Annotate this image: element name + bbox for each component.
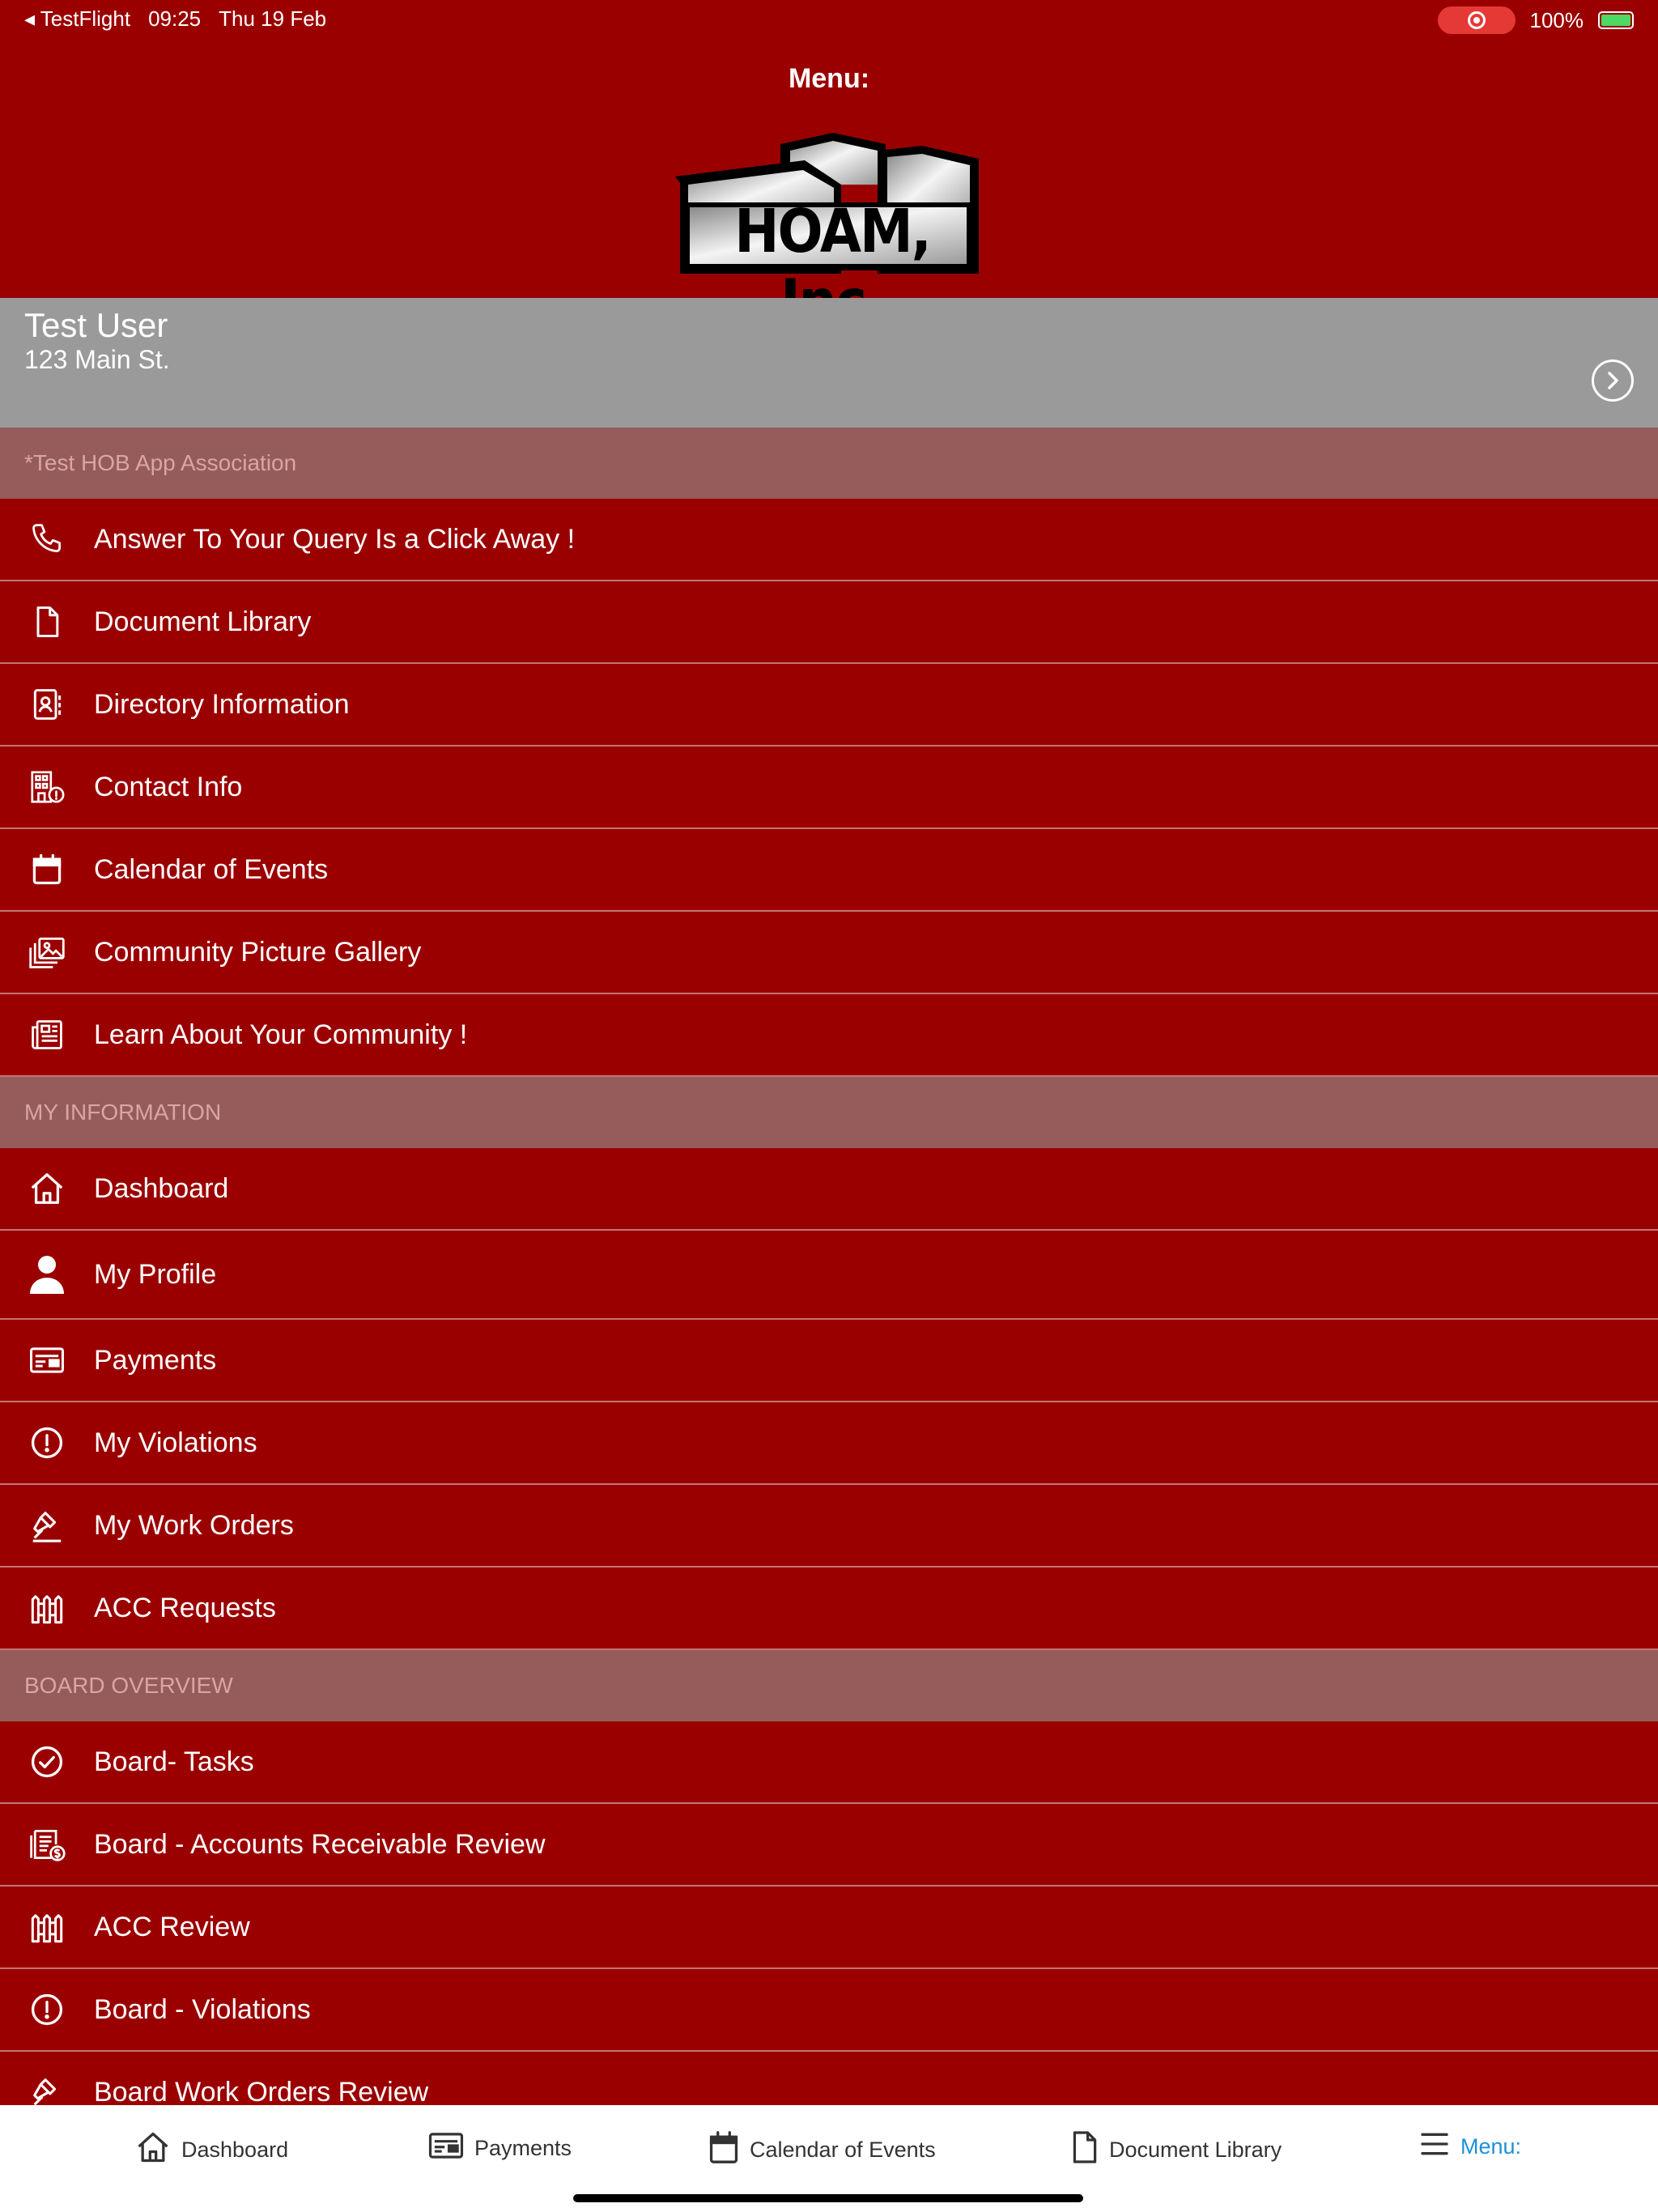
section-header-board-overview: BOARD OVERVIEW bbox=[0, 1650, 1658, 1721]
building-info-icon bbox=[24, 764, 70, 810]
screen-recording-indicator[interactable] bbox=[1437, 6, 1516, 34]
tab-payments[interactable]: Payments bbox=[427, 2129, 572, 2167]
gallery-icon bbox=[24, 929, 70, 975]
tab-menu[interactable]: Menu: bbox=[1418, 2129, 1521, 2164]
menu-item-label: Calendar of Events bbox=[94, 853, 329, 885]
person-icon bbox=[24, 1252, 70, 1297]
fence-icon bbox=[24, 1585, 70, 1631]
chevron-right-icon[interactable] bbox=[1592, 359, 1634, 402]
calendar-icon bbox=[24, 847, 70, 892]
home-icon bbox=[134, 2129, 172, 2171]
menu-item-label: Directory Information bbox=[94, 688, 350, 720]
menu-item-label: Answer To Your Query Is a Click Away ! bbox=[94, 523, 576, 555]
status-bar: ◂ TestFlight 09:25 Thu 19 Feb 100% bbox=[0, 0, 1658, 37]
alert-circle-icon bbox=[24, 1420, 70, 1465]
battery-percent: 100% bbox=[1529, 7, 1584, 32]
alert-circle-icon bbox=[24, 1987, 70, 2032]
menu-item-contact-info[interactable]: Contact Info bbox=[0, 747, 1658, 829]
hoam-logo: HOAM, Inc. bbox=[675, 128, 983, 336]
menu-item-acc-requests[interactable]: ACC Requests bbox=[0, 1568, 1658, 1650]
menu-icon bbox=[1418, 2129, 1451, 2164]
tab-label: Payments bbox=[474, 2136, 572, 2160]
menu-item-acc-review[interactable]: ACC Review bbox=[0, 1887, 1658, 1969]
tab-label: Dashboard bbox=[181, 2138, 289, 2162]
menu-item-label: Board - Violations bbox=[94, 1993, 311, 2025]
menu-item-label: Dashboard bbox=[94, 1172, 229, 1204]
menu-item-community-picture-gallery[interactable]: Community Picture Gallery bbox=[0, 912, 1658, 994]
menu-item-board-accounts-receivable[interactable]: Board - Accounts Receivable Review bbox=[0, 1804, 1658, 1887]
payment-card-icon bbox=[427, 2129, 465, 2167]
receivable-icon bbox=[24, 1822, 70, 1867]
user-name: Test User bbox=[24, 306, 168, 344]
menu-item-my-work-orders[interactable]: My Work Orders bbox=[0, 1485, 1658, 1568]
menu-item-label: Contact Info bbox=[94, 771, 243, 802]
menu-item-my-profile[interactable]: My Profile bbox=[0, 1231, 1658, 1320]
menu-item-document-library[interactable]: Document Library bbox=[0, 581, 1658, 664]
menu-item-label: Learn About Your Community ! bbox=[94, 1019, 468, 1050]
menu-item-label: Community Picture Gallery bbox=[94, 936, 422, 968]
home-icon bbox=[24, 1166, 70, 1211]
tab-label: Menu: bbox=[1460, 2134, 1522, 2159]
menu-list: *Test HOB App Association Answer To Your… bbox=[0, 428, 1658, 2134]
newspaper-icon bbox=[24, 1012, 70, 1057]
record-icon bbox=[1467, 11, 1486, 29]
calendar-icon bbox=[708, 2129, 740, 2171]
menu-item-my-violations[interactable]: My Violations bbox=[0, 1402, 1658, 1485]
menu-item-dashboard[interactable]: Dashboard bbox=[0, 1148, 1658, 1231]
gavel-icon bbox=[24, 1503, 70, 1548]
menu-item-learn-about-community[interactable]: Learn About Your Community ! bbox=[0, 994, 1658, 1077]
phone-icon bbox=[24, 517, 70, 562]
menu-item-label: My Violations bbox=[94, 1427, 257, 1458]
document-icon bbox=[1070, 2129, 1099, 2171]
menu-item-label: ACC Review bbox=[94, 1911, 250, 1942]
menu-item-label: My Work Orders bbox=[94, 1509, 294, 1541]
section-header-my-information: MY INFORMATION bbox=[0, 1077, 1658, 1148]
menu-item-payments[interactable]: Payments bbox=[0, 1320, 1658, 1402]
back-to-app-link[interactable]: ◂ TestFlight bbox=[24, 6, 130, 32]
menu-item-label: Board Work Orders Review bbox=[94, 2076, 429, 2108]
menu-item-label: Board - Accounts Receivable Review bbox=[94, 1828, 546, 1860]
menu-item-label: ACC Requests bbox=[94, 1592, 276, 1623]
menu-item-board-violations[interactable]: Board - Violations bbox=[0, 1969, 1658, 2052]
fence-icon bbox=[24, 1904, 70, 1950]
menu-item-calendar-of-events[interactable]: Calendar of Events bbox=[0, 829, 1658, 912]
tab-document-library[interactable]: Document Library bbox=[1070, 2129, 1282, 2171]
menu-item-label: My Profile bbox=[94, 1258, 217, 1290]
status-date: Thu 19 Feb bbox=[219, 6, 327, 31]
menu-item-label: Document Library bbox=[94, 606, 312, 637]
battery-icon bbox=[1598, 11, 1634, 29]
payment-card-icon bbox=[24, 1338, 70, 1383]
bottom-tab-bar: Dashboard Payments Calendar of Events Do… bbox=[0, 2105, 1658, 2212]
menu-item-label: Board- Tasks bbox=[94, 1746, 254, 1777]
status-time: 09:25 bbox=[148, 6, 202, 31]
user-card[interactable]: Test User 123 Main St. bbox=[0, 298, 1658, 428]
page-title: Menu: bbox=[788, 63, 870, 94]
contact-card-icon bbox=[24, 682, 70, 727]
document-icon bbox=[24, 599, 70, 644]
user-address: 123 Main St. bbox=[24, 345, 170, 374]
tab-label: Calendar of Events bbox=[750, 2138, 936, 2162]
tab-calendar-of-events[interactable]: Calendar of Events bbox=[708, 2129, 936, 2171]
tab-label: Document Library bbox=[1109, 2138, 1282, 2162]
menu-item-answer-query[interactable]: Answer To Your Query Is a Click Away ! bbox=[0, 499, 1658, 581]
home-indicator[interactable] bbox=[573, 2194, 1083, 2202]
section-header-association: *Test HOB App Association bbox=[0, 428, 1658, 499]
menu-item-directory-information[interactable]: Directory Information bbox=[0, 664, 1658, 747]
menu-item-label: Payments bbox=[94, 1344, 217, 1376]
menu-item-board-tasks[interactable]: Board- Tasks bbox=[0, 1721, 1658, 1804]
check-circle-icon bbox=[24, 1739, 70, 1784]
tab-dashboard[interactable]: Dashboard bbox=[134, 2129, 288, 2171]
